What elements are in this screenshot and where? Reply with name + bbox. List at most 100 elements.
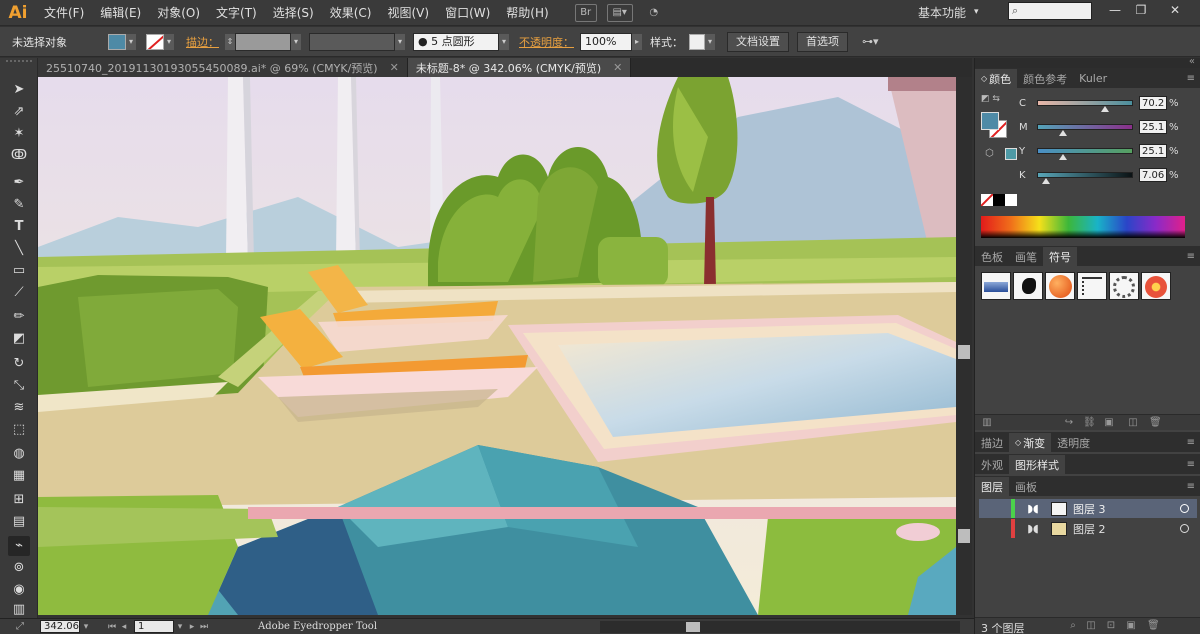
previous-artboard-button[interactable]: ◂ bbox=[118, 622, 130, 632]
menu-object[interactable]: 对象(O) bbox=[149, 0, 208, 26]
chevron-down-icon[interactable]: ▾ bbox=[164, 33, 174, 50]
menu-select[interactable]: 选择(S) bbox=[265, 0, 322, 26]
rotate-tool-icon[interactable]: ↻ bbox=[8, 354, 30, 374]
symbol-frame[interactable] bbox=[1077, 272, 1107, 300]
panel-collapse-icon[interactable]: ⤢ bbox=[0, 621, 40, 632]
tab-gradient[interactable]: ◇ 渐变 bbox=[1009, 433, 1052, 452]
tab-artboards[interactable]: 画板 bbox=[1009, 477, 1043, 496]
stroke-label[interactable]: 描边： bbox=[186, 34, 219, 50]
menu-view[interactable]: 视图(V) bbox=[379, 0, 437, 26]
slider-track[interactable] bbox=[1037, 172, 1133, 184]
bridge-button[interactable]: Br bbox=[574, 3, 597, 22]
magic-wand-tool-icon[interactable]: ✶ bbox=[8, 124, 30, 144]
direct-selection-tool-icon[interactable]: ⇗ bbox=[8, 102, 30, 122]
fill-swatch[interactable] bbox=[108, 33, 126, 50]
first-artboard-button[interactable]: ⏮ bbox=[106, 622, 118, 632]
symbol-options-icon[interactable]: ▣ bbox=[1103, 417, 1115, 428]
tab-brushes[interactable]: 画笔 bbox=[1009, 247, 1043, 266]
tab-graphic-styles[interactable]: 图形样式 bbox=[1009, 455, 1065, 474]
slider-track[interactable] bbox=[1037, 124, 1133, 136]
slider-track[interactable] bbox=[1037, 148, 1133, 160]
layer-name[interactable]: 图层 3 bbox=[1073, 501, 1106, 517]
type-tool-icon[interactable]: T bbox=[8, 217, 30, 237]
search-input[interactable]: ⌕ bbox=[1008, 2, 1092, 20]
target-icon[interactable] bbox=[1180, 524, 1189, 533]
chevron-down-icon[interactable]: ▾ bbox=[705, 33, 715, 50]
menu-file[interactable]: 文件(F) bbox=[36, 0, 92, 26]
symbol-blue-banner[interactable] bbox=[981, 272, 1011, 300]
eraser-tool-icon[interactable]: ◩ bbox=[8, 329, 30, 349]
stroke-weight-field[interactable] bbox=[235, 32, 291, 51]
slider-yellow[interactable]: Y 25.1% bbox=[1019, 144, 1179, 160]
arrange-icon[interactable]: ⊶▾ bbox=[862, 35, 879, 48]
scale-tool-icon[interactable]: ⤡ bbox=[8, 376, 30, 396]
tab-transparency[interactable]: 透明度 bbox=[1051, 433, 1096, 452]
graphic-style-swatch[interactable] bbox=[689, 33, 705, 50]
zoom-field[interactable]: 342.06 bbox=[40, 620, 80, 633]
tab-document-2[interactable]: 未标题-8* @ 342.06% (CMYK/预览) ✕ bbox=[407, 58, 632, 77]
chevron-down-icon[interactable]: ▾ bbox=[126, 33, 136, 50]
workspace-switcher[interactable]: 基本功能 ▾ bbox=[918, 2, 979, 22]
chevron-down-icon[interactable]: ▾ bbox=[174, 622, 186, 632]
chevron-right-icon[interactable]: ▸ bbox=[632, 33, 642, 50]
artboard-canvas[interactable] bbox=[38, 77, 956, 615]
panel-menu-icon[interactable]: ≡ bbox=[1187, 437, 1195, 448]
tab-color[interactable]: ◇ 颜色 bbox=[975, 69, 1018, 88]
new-symbol-icon[interactable]: ◫ bbox=[1127, 417, 1139, 428]
gamut-color-swatch[interactable] bbox=[1005, 148, 1017, 160]
panel-grip[interactable] bbox=[6, 60, 32, 66]
menu-type[interactable]: 文字(T) bbox=[208, 0, 265, 26]
default-colors-icon[interactable]: ◩ ⇆ bbox=[981, 94, 1000, 104]
delete-layer-icon[interactable]: 🗑 bbox=[1147, 620, 1160, 631]
slider-magenta[interactable]: M 25.1% bbox=[1019, 120, 1179, 136]
channel-value-field[interactable]: 25.1 bbox=[1139, 120, 1167, 134]
symbol-wreath[interactable] bbox=[1109, 272, 1139, 300]
close-button[interactable]: ✕ bbox=[1164, 2, 1186, 18]
tab-swatches[interactable]: 色板 bbox=[975, 247, 1009, 266]
curvature-tool-icon[interactable]: ✎ bbox=[8, 195, 30, 215]
tab-kuler[interactable]: Kuler bbox=[1073, 69, 1113, 88]
opacity-field[interactable]: 100% bbox=[580, 32, 632, 51]
collapse-icon[interactable]: « bbox=[1189, 56, 1195, 67]
column-graph-tool-icon[interactable]: ▥ bbox=[8, 600, 30, 620]
menu-window[interactable]: 窗口(W) bbox=[437, 0, 498, 26]
layer-name[interactable]: 图层 2 bbox=[1073, 521, 1106, 537]
paintbrush-tool-icon[interactable]: ⟋ bbox=[8, 283, 30, 303]
slider-knob[interactable] bbox=[1101, 106, 1109, 112]
document-setup-button[interactable]: 文档设置 bbox=[727, 31, 789, 52]
eyedropper-tool-icon[interactable]: ⌁ bbox=[8, 536, 30, 556]
symbol-sprayer-tool-icon[interactable]: ◉ bbox=[8, 580, 30, 600]
slider-knob[interactable] bbox=[1042, 178, 1050, 184]
brush-definition-field[interactable]: ● 5 点圆形 bbox=[413, 32, 499, 51]
new-layer-icon[interactable]: ▣ bbox=[1125, 620, 1137, 631]
locate-object-icon[interactable]: ⌕ bbox=[1067, 620, 1079, 631]
layer-row[interactable]: ◗◖ 图层 2 bbox=[979, 519, 1197, 538]
black-swatch[interactable] bbox=[993, 194, 1005, 206]
symbol-flower[interactable] bbox=[1141, 272, 1171, 300]
channel-value-field[interactable]: 25.1 bbox=[1139, 144, 1167, 158]
line-tool-icon[interactable]: ╲ bbox=[8, 239, 30, 259]
close-icon[interactable]: ✕ bbox=[613, 61, 622, 74]
pen-tool-icon[interactable]: ✒ bbox=[8, 173, 30, 193]
chevron-down-icon[interactable]: ▾ bbox=[499, 33, 509, 50]
white-swatch[interactable] bbox=[1005, 194, 1017, 206]
chevron-down-icon[interactable]: ▾ bbox=[395, 33, 405, 50]
break-link-icon[interactable]: ⛓ bbox=[1083, 417, 1096, 428]
last-artboard-button[interactable]: ⏭ bbox=[198, 622, 210, 632]
none-swatch[interactable] bbox=[981, 194, 993, 206]
tab-layers[interactable]: 图层 bbox=[975, 477, 1009, 496]
arrange-documents-icon[interactable]: ▤▾ bbox=[606, 3, 633, 22]
clipping-mask-icon[interactable]: ◫ bbox=[1085, 620, 1097, 631]
delete-symbol-icon[interactable]: 🗑 bbox=[1149, 417, 1162, 428]
gpu-performance-icon[interactable]: ◔ bbox=[643, 4, 665, 22]
opacity-label[interactable]: 不透明度： bbox=[519, 34, 574, 50]
color-spectrum[interactable] bbox=[981, 216, 1185, 238]
chevron-down-icon[interactable]: ▾ bbox=[291, 33, 301, 50]
slider-cyan[interactable]: C 70.2% bbox=[1019, 96, 1179, 112]
panel-menu-icon[interactable]: ≡ bbox=[1187, 481, 1195, 492]
scroll-thumb[interactable] bbox=[686, 622, 700, 632]
channel-value-field[interactable]: 70.2 bbox=[1139, 96, 1167, 110]
slider-track[interactable] bbox=[1037, 100, 1133, 112]
tab-symbols[interactable]: 符号 bbox=[1043, 247, 1077, 266]
menu-help[interactable]: 帮助(H) bbox=[498, 0, 556, 26]
